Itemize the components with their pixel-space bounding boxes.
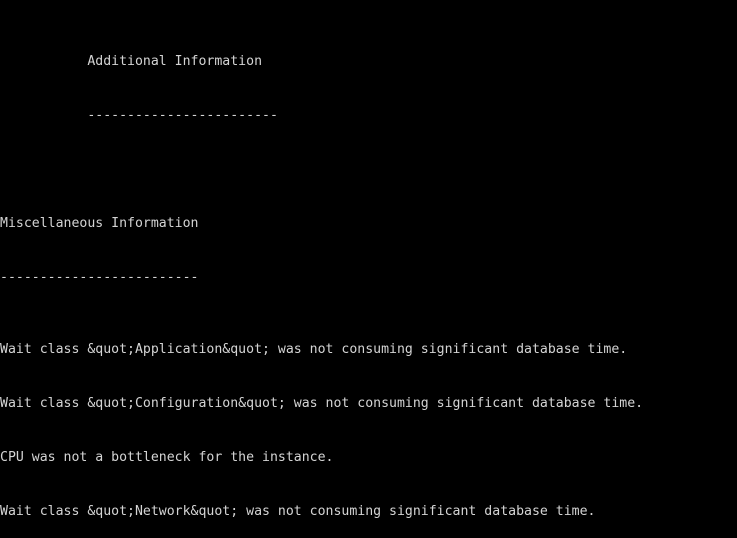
section-title: Additional Information (0, 54, 263, 69)
terminal-window[interactable]: Additional Information -----------------… (0, 0, 737, 538)
section-title-rule: ------------------------ (0, 108, 278, 123)
subsection-title: Miscellaneous Information (0, 216, 199, 231)
terminal-screen: Additional Information -----------------… (0, 0, 737, 538)
finding-line: CPU was not a bottleneck for the instanc… (0, 450, 334, 465)
subsection-title-rule: ------------------------- (0, 270, 199, 285)
finding-line: Wait class &quot;Network&quot; was not c… (0, 504, 596, 519)
finding-line: Wait class &quot;Application&quot; was n… (0, 342, 628, 357)
finding-line: Wait class &quot;Configuration&quot; was… (0, 396, 644, 411)
